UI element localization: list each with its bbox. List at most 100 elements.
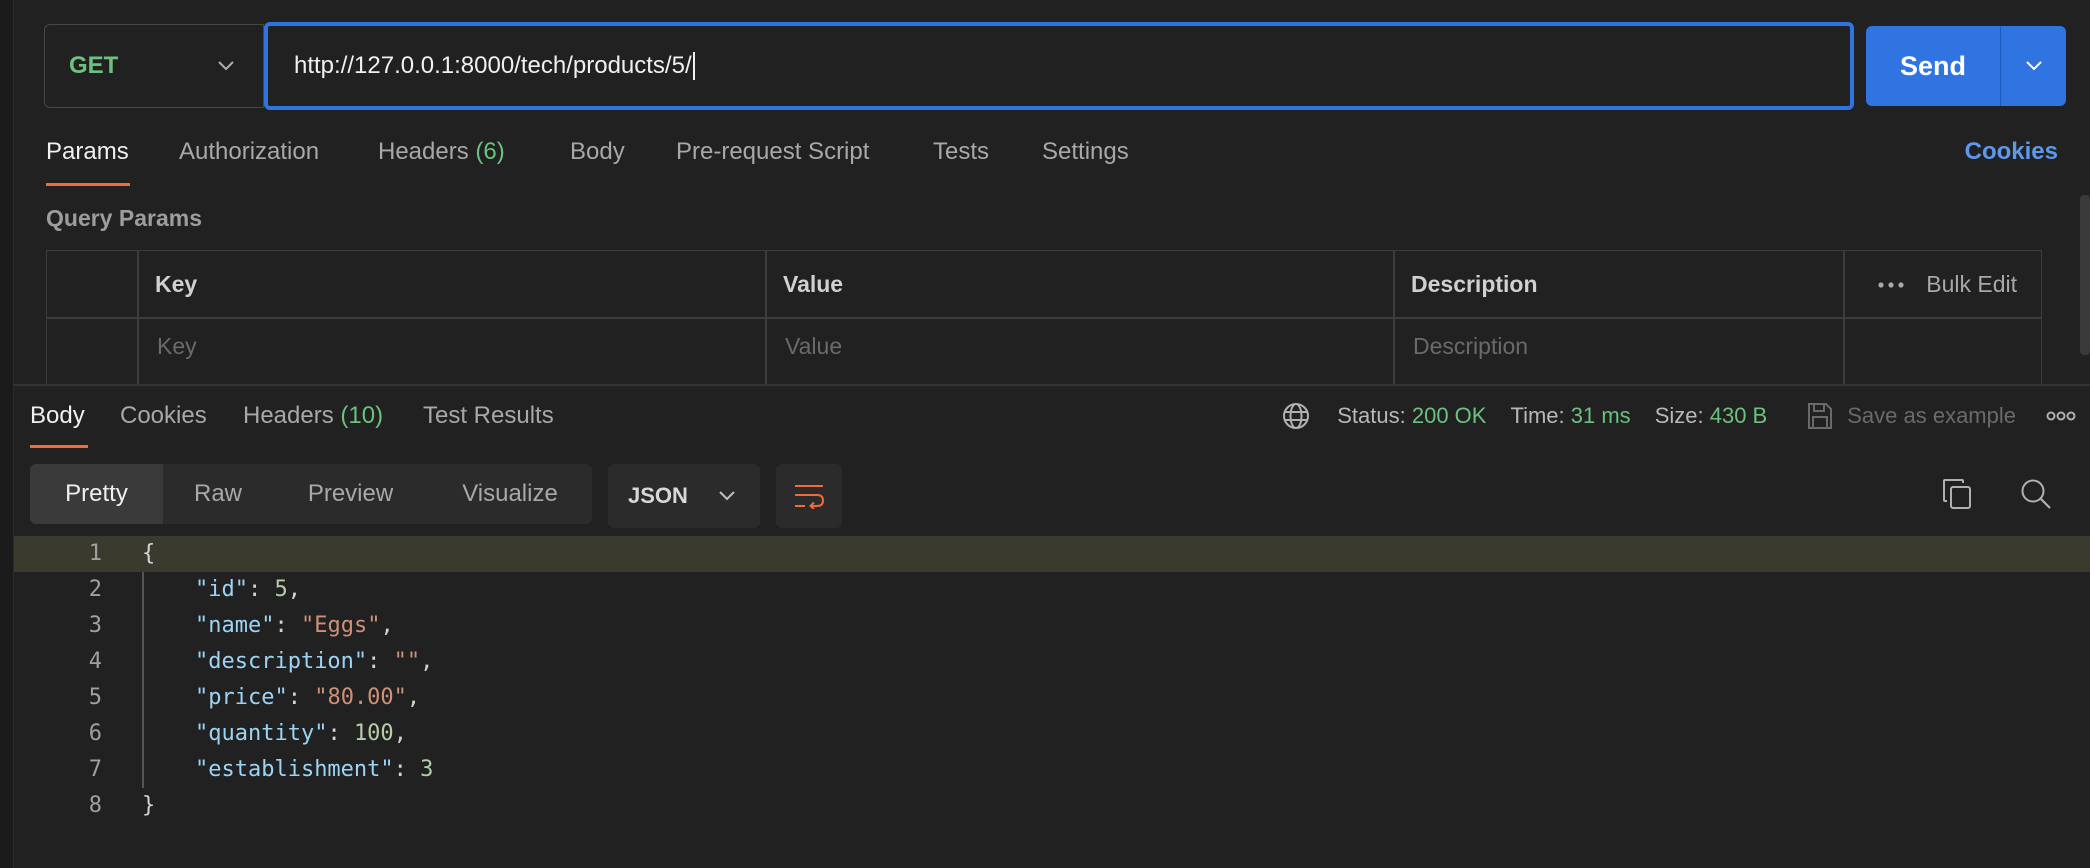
code-line: 7 "establishment": 3 — [14, 752, 2090, 788]
send-button[interactable]: Send — [1866, 26, 2000, 106]
active-response-tab-indicator — [30, 445, 88, 448]
json-key: "name" — [194, 613, 275, 638]
size-value: 430 B — [1709, 403, 1768, 428]
line-number: 8 — [88, 793, 102, 818]
json-key: "id" — [194, 577, 248, 602]
code-text: "id": 5, — [194, 577, 301, 602]
globe-icon[interactable] — [1281, 401, 1311, 431]
time-label: Time: — [1510, 403, 1565, 428]
search-icon[interactable] — [2020, 478, 2052, 510]
column-header-value: Value — [783, 271, 844, 297]
method-select[interactable]: GET — [44, 24, 264, 108]
view-raw[interactable]: Raw — [163, 464, 273, 524]
response-tab-headers[interactable]: Headers (10) — [243, 402, 383, 430]
time-info[interactable]: Time: 31 ms — [1510, 403, 1630, 429]
response-tab-headers-label: Headers — [243, 402, 334, 429]
json-value: "80.00" — [314, 685, 407, 710]
send-button-group: Send — [1866, 26, 2066, 106]
time-value: 31 ms — [1570, 403, 1631, 428]
method-label: GET — [69, 52, 119, 79]
tab-params[interactable]: Params — [46, 138, 129, 166]
line-number: 2 — [88, 577, 102, 602]
wrap-lines-button[interactable] — [776, 464, 842, 528]
bulk-edit-button[interactable]: Bulk Edit — [1926, 271, 2017, 298]
response-tab-cookies[interactable]: Cookies — [120, 402, 207, 430]
active-tab-indicator — [46, 183, 130, 186]
more-options-icon[interactable] — [2046, 411, 2076, 421]
line-number: 4 — [88, 649, 102, 674]
format-select[interactable]: JSON — [608, 464, 760, 528]
code-line: 8 } — [14, 788, 2090, 824]
response-status-bar: Status: 200 OK Time: 31 ms Size: 430 B S… — [1281, 400, 2090, 432]
send-options-button[interactable] — [2001, 26, 2066, 106]
status-label: Status: — [1337, 403, 1406, 428]
json-value: 5 — [274, 577, 288, 602]
response-body-editor[interactable]: 1 { 2 "id": 5, 3 "name": "Eggs", 4 "desc… — [14, 536, 2090, 824]
line-number: 3 — [88, 613, 102, 638]
view-preview[interactable]: Preview — [273, 464, 428, 524]
size-label: Size: — [1654, 403, 1704, 428]
code-text: "establishment": 3 — [194, 757, 434, 782]
cookies-link[interactable]: Cookies — [1965, 138, 2058, 166]
json-comma: , — [420, 649, 434, 674]
scrollbar[interactable] — [2080, 195, 2090, 355]
line-number: 7 — [88, 757, 102, 782]
copy-icon[interactable] — [1942, 478, 1972, 510]
more-options-icon[interactable] — [1878, 281, 1904, 288]
tab-tests[interactable]: Tests — [933, 138, 989, 166]
status-info[interactable]: Status: 200 OK — [1337, 403, 1486, 429]
value-input[interactable]: Value — [785, 333, 842, 360]
view-visualize[interactable]: Visualize — [428, 464, 592, 524]
chevron-down-icon — [2025, 61, 2042, 71]
line-number: 6 — [88, 721, 102, 746]
json-key: "description" — [194, 649, 368, 674]
json-comma: , — [393, 721, 407, 746]
query-params-title: Query Params — [46, 205, 202, 231]
save-icon — [1808, 403, 1833, 429]
tab-headers[interactable]: Headers (6) — [378, 138, 505, 166]
key-input[interactable]: Key — [157, 333, 197, 360]
json-key: "price" — [194, 685, 288, 710]
view-pretty[interactable]: Pretty — [30, 464, 163, 524]
tab-authorization[interactable]: Authorization — [179, 138, 319, 166]
json-key: "quantity" — [194, 721, 328, 746]
json-key: "establishment" — [194, 757, 394, 782]
pane-divider[interactable] — [14, 384, 2090, 386]
size-info[interactable]: Size: 430 B — [1655, 403, 1768, 429]
url-input[interactable]: http://127.0.0.1:8000/tech/products/5/ — [264, 22, 1854, 110]
format-label: JSON — [628, 483, 688, 508]
chevron-down-icon — [719, 491, 735, 501]
tab-body[interactable]: Body — [570, 138, 625, 166]
tab-settings[interactable]: Settings — [1042, 138, 1129, 166]
line-number: 5 — [88, 685, 102, 710]
tab-pre-request-script[interactable]: Pre-request Script — [676, 138, 869, 166]
indent-guide — [142, 572, 144, 788]
query-params-table: Key Value Description Bulk Edit Key Valu… — [46, 250, 2042, 384]
tab-headers-label: Headers — [378, 138, 469, 165]
url-text: http://127.0.0.1:8000/tech/products/5/ — [294, 52, 692, 79]
code-line: 6 "quantity": 100, — [14, 716, 2090, 752]
headers-count: (6) — [475, 138, 505, 165]
response-headers-count: (10) — [340, 402, 384, 429]
response-tab-body[interactable]: Body — [30, 402, 85, 430]
json-value: 100 — [353, 721, 394, 746]
text-caret — [692, 52, 695, 80]
response-tab-test-results[interactable]: Test Results — [423, 402, 554, 430]
line-number: 1 — [88, 541, 102, 566]
json-value: "Eggs" — [300, 613, 381, 638]
save-as-example-button[interactable]: Save as example — [1807, 402, 2016, 430]
view-mode-tabs: Pretty Raw Preview Visualize — [30, 464, 592, 524]
code-text: "name": "Eggs", — [194, 613, 394, 638]
column-header-key: Key — [155, 271, 198, 297]
code-line: 5 "price": "80.00", — [14, 680, 2090, 716]
json-value: "" — [393, 649, 421, 674]
description-input[interactable]: Description — [1413, 333, 1528, 360]
code-line: 3 "name": "Eggs", — [14, 608, 2090, 644]
wrap-lines-icon — [795, 485, 825, 509]
status-value: 200 OK — [1411, 403, 1487, 428]
code-line: 4 "description": "", — [14, 644, 2090, 680]
json-comma: , — [380, 613, 394, 638]
json-comma: , — [287, 577, 301, 602]
code-line: 2 "id": 5, — [14, 572, 2090, 608]
code-text: } — [142, 793, 156, 818]
